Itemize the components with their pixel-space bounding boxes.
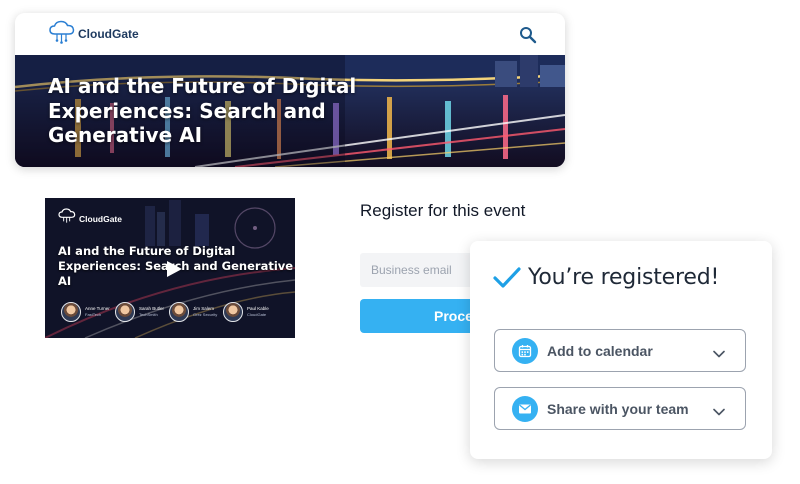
site-header: CloudGate [15,13,565,55]
speaker-item: Anne Turner FastTech [61,302,115,322]
video-logo-text: CloudGate [79,213,122,224]
search-icon[interactable] [519,26,537,44]
cloud-logo-icon [48,20,76,49]
chevron-down-icon [713,403,725,421]
avatar [169,302,189,322]
speaker-company: TechSmith [139,312,158,317]
hero-title: AI and the Future of Digital Experiences… [48,74,357,147]
check-icon [492,265,522,296]
chevron-down-icon [713,345,725,363]
confirmation-title: You’re registered! [528,265,720,290]
site-logo[interactable]: CloudGate [48,20,139,49]
register-heading: Register for this event [360,201,526,220]
event-page-card: CloudGate AI and the Future of Digital E… [15,13,565,167]
share-with-team-label: Share with your team [547,400,689,417]
logo-text: CloudGate [78,27,139,41]
calendar-icon [512,337,538,364]
add-to-calendar-button[interactable]: Add to calendar [494,329,746,372]
speaker-list: Anne Turner FastTech Sarah Butler TechSm… [61,302,277,322]
cloud-logo-icon [57,208,77,229]
speaker-company: CloudGate [247,312,267,317]
share-with-team-button[interactable]: Share with your team [494,387,746,430]
speaker-company: Grez Security [193,312,218,317]
mail-icon [512,395,538,422]
add-to-calendar-label: Add to calendar [547,342,653,359]
video-logo: CloudGate [57,208,122,229]
registration-confirmation-card: You’re registered! Add to calendar Share… [470,241,772,459]
speaker-item: Jim Salem Grez Security [169,302,223,322]
avatar [61,302,81,322]
play-icon[interactable] [164,260,184,283]
speaker-item: Paul Kable CloudGate [223,302,277,322]
hero-banner: AI and the Future of Digital Experiences… [15,55,565,167]
avatar [115,302,135,322]
speaker-company: FastTech [85,312,102,317]
avatar [223,302,243,322]
speaker-item: Sarah Butler TechSmith [115,302,169,322]
